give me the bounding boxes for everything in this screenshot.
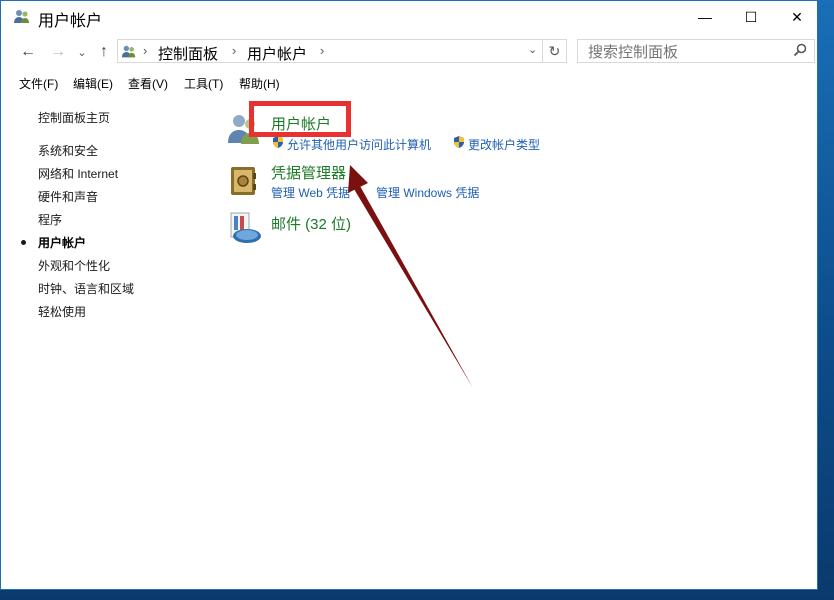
title-bar[interactable]: 用户帐户 — ☐ ✕: [1, 1, 817, 33]
search-input[interactable]: [586, 41, 790, 63]
search-box[interactable]: [577, 39, 815, 63]
users-icon: [14, 10, 29, 23]
search-icon[interactable]: [792, 42, 808, 58]
watermark-logo-text: Bai du 经验: [620, 528, 790, 561]
watermark-url: jingyan.baidu.com: [668, 563, 790, 578]
maximize-button[interactable]: ☐: [728, 1, 774, 33]
link-change-account-type[interactable]: 更改帐户类型: [468, 136, 540, 153]
sidebar-item-user-accounts[interactable]: 用户帐户: [38, 234, 86, 251]
link-manage-web-credentials[interactable]: 管理 Web 凭据: [271, 184, 350, 201]
uac-shield-icon: [454, 136, 464, 148]
menu-tools[interactable]: 工具(T): [184, 75, 223, 92]
address-dropdown-chevron-icon[interactable]: ⌄: [528, 43, 537, 56]
minimize-button[interactable]: —: [682, 1, 728, 33]
mail-icon[interactable]: [227, 209, 263, 245]
link-allow-other-users[interactable]: 允许其他用户访问此计算机: [287, 136, 431, 153]
breadcrumb-user-accounts[interactable]: 用户帐户: [247, 43, 307, 64]
breadcrumb-separator-icon[interactable]: ›: [143, 43, 147, 58]
forward-arrow-icon[interactable]: →: [47, 41, 69, 63]
link-manage-windows-credentials[interactable]: 管理 Windows 凭据: [376, 184, 479, 201]
control-panel-window: 用户帐户 — ☐ ✕ ← → ⌄ ↑ › 控制面板 › 用户帐户 › ⌄ ↻ 搜…: [0, 0, 818, 590]
sidebar-item-appearance[interactable]: 外观和个性化: [38, 257, 110, 274]
refresh-icon[interactable]: ↻: [542, 39, 566, 63]
sidebar-home-link[interactable]: 控制面板主页: [38, 109, 110, 126]
menu-file[interactable]: 文件(F): [19, 75, 58, 92]
sidebar-item-clock-language-region[interactable]: 时钟、语言和区域: [38, 280, 134, 297]
menu-view[interactable]: 查看(V): [128, 75, 168, 92]
address-bar[interactable]: › 控制面板 › 用户帐户 › ⌄ ↻: [117, 39, 567, 63]
breadcrumb-separator-icon[interactable]: ›: [232, 43, 236, 58]
users-icon: [121, 45, 136, 58]
address-row: ← → ⌄ ↑ › 控制面板 › 用户帐户 › ⌄ ↻: [1, 37, 817, 67]
uac-shield-icon: [273, 136, 283, 148]
sidebar-item-network-internet[interactable]: 网络和 Internet: [38, 165, 118, 182]
menu-bar: 文件(F) 编辑(E) 查看(V) 工具(T) 帮助(H): [1, 73, 817, 93]
vault-icon[interactable]: [227, 163, 263, 199]
back-arrow-icon[interactable]: ←: [17, 41, 39, 63]
recent-locations-chevron-icon[interactable]: ⌄: [71, 41, 93, 63]
menu-edit[interactable]: 编辑(E): [73, 75, 113, 92]
sidebar-item-hardware-sound[interactable]: 硬件和声音: [38, 188, 98, 205]
close-button[interactable]: ✕: [774, 1, 820, 33]
sidebar-item-system-security[interactable]: 系统和安全: [38, 142, 98, 159]
baidu-watermark: Bai du 经验 jingyan.baidu.com: [621, 519, 790, 578]
menu-help[interactable]: 帮助(H): [239, 75, 280, 92]
active-item-bullet-icon: [21, 240, 26, 245]
category-mail[interactable]: 邮件 (32 位): [271, 213, 351, 234]
breadcrumb-separator-icon[interactable]: ›: [320, 43, 324, 58]
sidebar-item-ease-of-access[interactable]: 轻松使用: [38, 303, 86, 320]
category-credential-manager[interactable]: 凭据管理器: [271, 162, 346, 183]
annotation-highlight-box: [249, 101, 351, 137]
up-arrow-icon[interactable]: ↑: [93, 41, 115, 63]
window-title: 用户帐户: [38, 13, 103, 30]
breadcrumb-control-panel[interactable]: 控制面板: [158, 43, 218, 64]
sidebar-item-programs[interactable]: 程序: [38, 211, 62, 228]
